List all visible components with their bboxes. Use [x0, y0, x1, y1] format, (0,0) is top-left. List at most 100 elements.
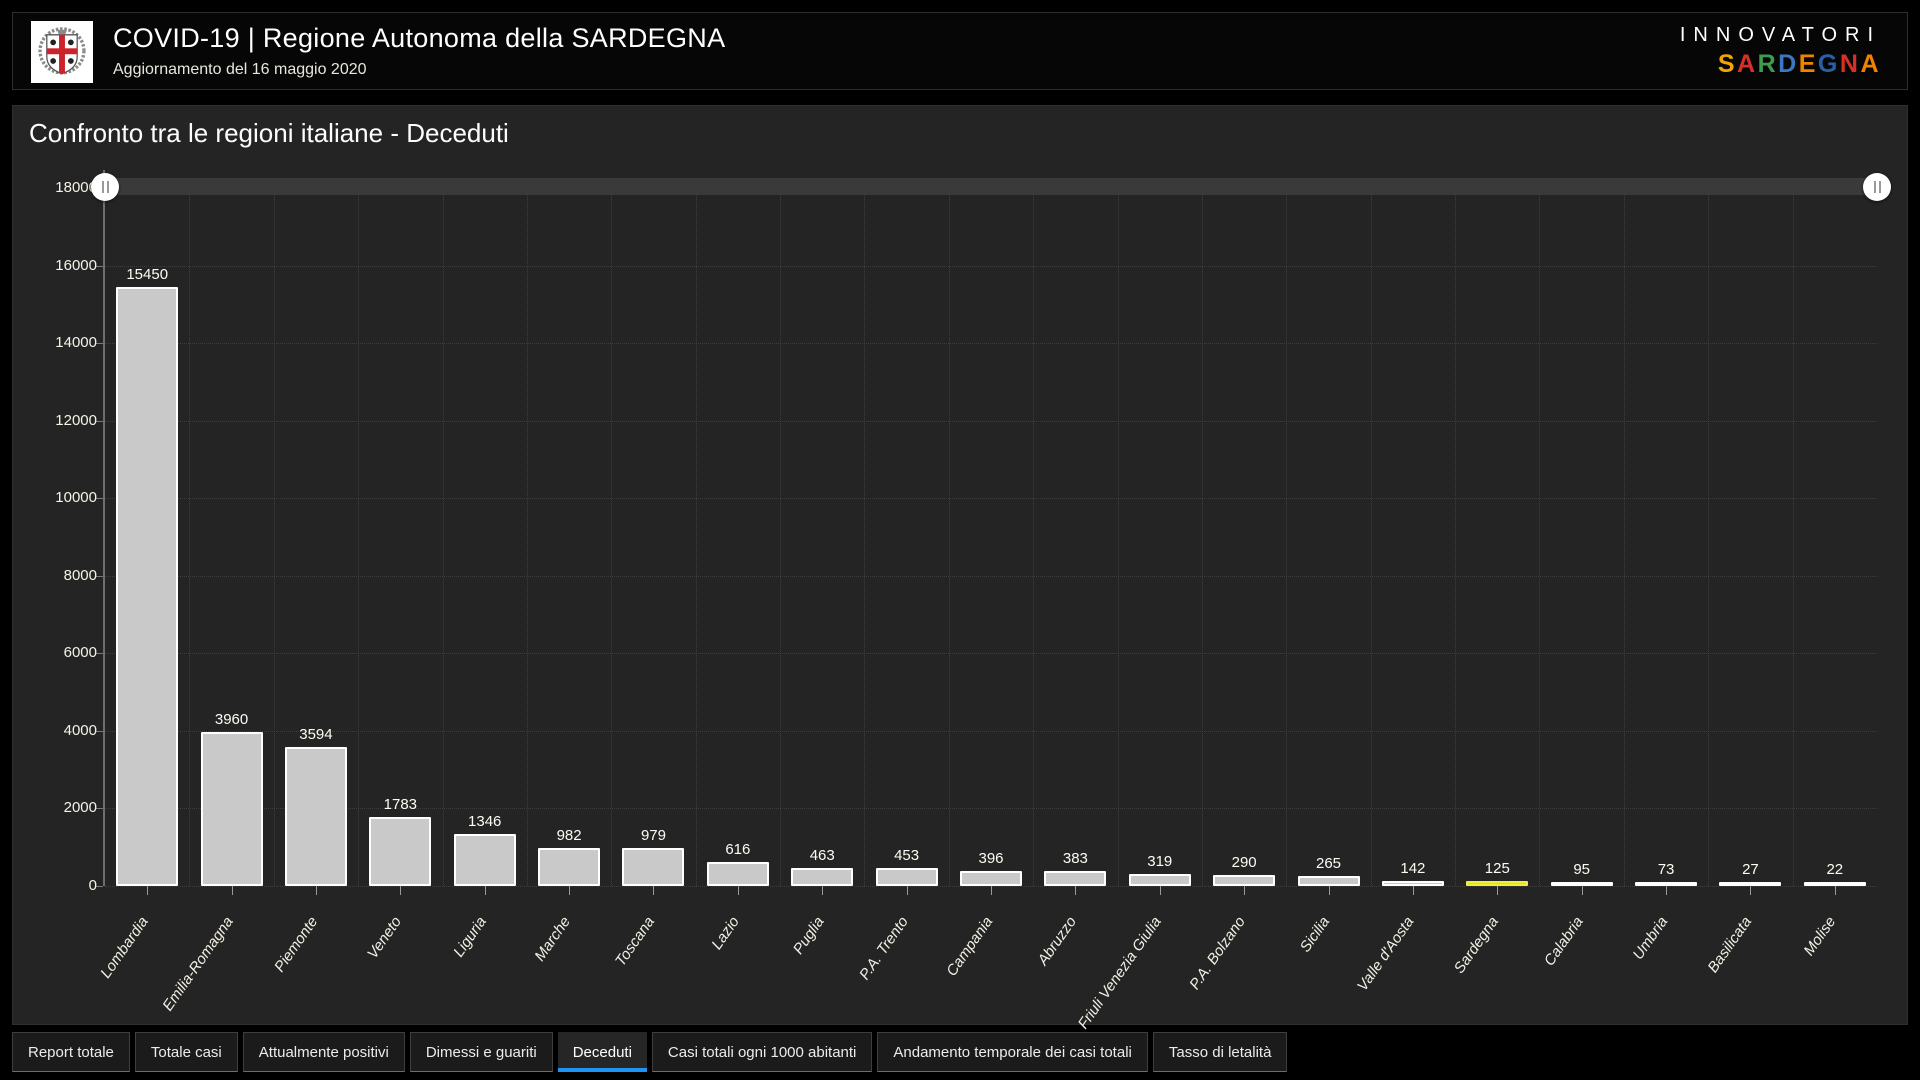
bar-piemonte[interactable] [284, 746, 347, 886]
h-gridline [105, 730, 1877, 732]
bar-value-label: 453 [894, 847, 920, 865]
x-axis-category-label: Basilicata [1704, 913, 1756, 976]
tab-attualmente-positivi[interactable]: Attualmente positivi [242, 1032, 405, 1072]
x-axis-tick [1328, 886, 1330, 895]
bar-value-label: 463 [809, 847, 835, 865]
v-gridline [1792, 188, 1794, 886]
x-axis-tick [1412, 886, 1414, 895]
v-gridline [442, 188, 444, 886]
x-axis-category-label: Calabria [1540, 913, 1587, 970]
bar-lombardia[interactable] [116, 286, 179, 886]
h-gridline [105, 575, 1877, 577]
x-axis-category-label: Marche [531, 913, 575, 965]
x-axis-tick [400, 886, 402, 895]
bar-value-label: 616 [725, 841, 751, 859]
tab-report-totale[interactable]: Report totale [12, 1032, 130, 1072]
innovatori-sardegna-logo: INNOVATORI SARDEGNA [1680, 24, 1881, 79]
v-gridline [695, 188, 697, 886]
bar-value-label: 265 [1316, 854, 1342, 872]
x-axis-tick [569, 886, 571, 895]
y-axis-tick-label: 16000 [55, 256, 97, 274]
v-gridline [526, 188, 528, 886]
x-axis-category-label: Toscana [612, 913, 659, 970]
tab-deceduti[interactable]: Deceduti [557, 1032, 647, 1072]
bar-value-label: 95 [1573, 861, 1590, 878]
x-axis-category-label: Veneto [364, 913, 406, 962]
y-axis-tick-label: 12000 [55, 411, 97, 429]
range-slider-left-handle[interactable] [91, 172, 119, 201]
brand-letter: R [1757, 50, 1779, 78]
bar-sicilia[interactable] [1297, 875, 1360, 886]
bar-friuli-venezia-giulia[interactable] [1128, 873, 1191, 886]
bar-veneto[interactable] [369, 816, 432, 886]
bar-value-label: 3960 [214, 711, 249, 729]
y-axis-tick [96, 730, 103, 732]
x-axis-category-label: Lazio [708, 913, 743, 953]
x-axis-category-label: Piemonte [270, 913, 321, 976]
v-gridline [864, 188, 866, 886]
chart-title: Confronto tra le regioni italiane - Dece… [29, 118, 509, 148]
h-gridline [105, 343, 1877, 345]
y-axis-tick-label: 4000 [63, 721, 97, 739]
chart-panel: Confronto tra le regioni italiane - Dece… [12, 105, 1908, 1032]
x-axis-tick [231, 886, 233, 895]
app-header: COVID-19 | Regione Autonoma della SARDEG… [12, 12, 1908, 90]
bar-value-label: 290 [1231, 853, 1257, 871]
y-axis-tick [96, 575, 103, 577]
y-axis-tick-label: 2000 [63, 799, 97, 817]
bar-emilia-romagna[interactable] [200, 732, 263, 886]
y-axis-tick-label: 10000 [55, 489, 97, 507]
bar-value-label: 142 [1400, 859, 1426, 877]
bar-value-label: 125 [1484, 860, 1510, 878]
range-slider-right-handle[interactable] [1863, 172, 1891, 201]
v-gridline [611, 188, 613, 886]
bar-campania[interactable] [960, 870, 1022, 886]
tab-dimessi-e-guariti[interactable]: Dimessi e guariti [409, 1032, 553, 1072]
x-axis-category-label: Friuli Venezia Giulia [1074, 913, 1165, 1033]
x-axis-tick [1666, 886, 1668, 895]
y-axis-tick-label: 8000 [63, 566, 97, 584]
bar-puglia[interactable] [791, 868, 854, 886]
v-gridline [1623, 188, 1625, 886]
tab-tasso-di-letalit-[interactable]: Tasso di letalità [1152, 1032, 1288, 1072]
bar-liguria[interactable] [453, 833, 516, 886]
y-axis-tick-label: 18000 [55, 179, 97, 196]
bar-lazio[interactable] [706, 862, 769, 886]
v-gridline [1033, 188, 1035, 886]
y-axis-tick [96, 653, 103, 655]
tab-totale-casi[interactable]: Totale casi [134, 1032, 238, 1072]
x-axis-tick [1750, 886, 1752, 895]
bar-value-label: 15450 [126, 265, 169, 283]
x-axis-category-label: P.A. Trento [855, 913, 912, 984]
range-slider-track[interactable] [91, 172, 1891, 201]
bar-p-a-bolzano[interactable] [1213, 874, 1276, 886]
y-axis-tick [96, 343, 103, 345]
x-axis-tick [315, 886, 317, 895]
x-axis-tick [1497, 886, 1499, 895]
y-axis-tick-label: 0 [88, 877, 97, 894]
y-axis-tick [96, 420, 103, 422]
bottom-tab-bar: Report totale Totale casi Attualmente posi… [12, 1032, 1288, 1072]
tab-andamento-temporale-dei-casi-totali[interactable]: Andamento temporale dei casi totali [877, 1032, 1148, 1072]
bar-abruzzo[interactable] [1044, 871, 1107, 886]
coat-of-arms-icon [35, 23, 89, 82]
bar-value-label: 73 [1657, 861, 1675, 878]
h-gridline [105, 498, 1877, 500]
bar-value-label: 1783 [383, 795, 418, 813]
h-gridline [105, 265, 1877, 267]
x-axis-category-label: Sardegna [1451, 913, 1503, 977]
bar-marche[interactable] [538, 847, 601, 886]
tab-casi-totali-ogni-1000-abitanti[interactable]: Casi totali ogni 1000 abitanti [651, 1032, 873, 1072]
x-axis-tick [822, 886, 824, 895]
bar-toscana[interactable] [622, 848, 685, 886]
v-gridline [780, 188, 782, 886]
brand-letter: A [1860, 50, 1881, 78]
x-axis-category-label: Puglia [789, 913, 828, 958]
bar-p-a-trento[interactable] [875, 868, 938, 886]
v-gridline [1370, 188, 1372, 886]
bar-value-label: 396 [978, 849, 1004, 867]
brand-line2: SARDEGNA [1680, 50, 1881, 79]
y-axis-tick [96, 808, 103, 810]
brand-letter: N [1839, 50, 1861, 78]
x-axis-category-label: Sicilia [1297, 913, 1334, 956]
